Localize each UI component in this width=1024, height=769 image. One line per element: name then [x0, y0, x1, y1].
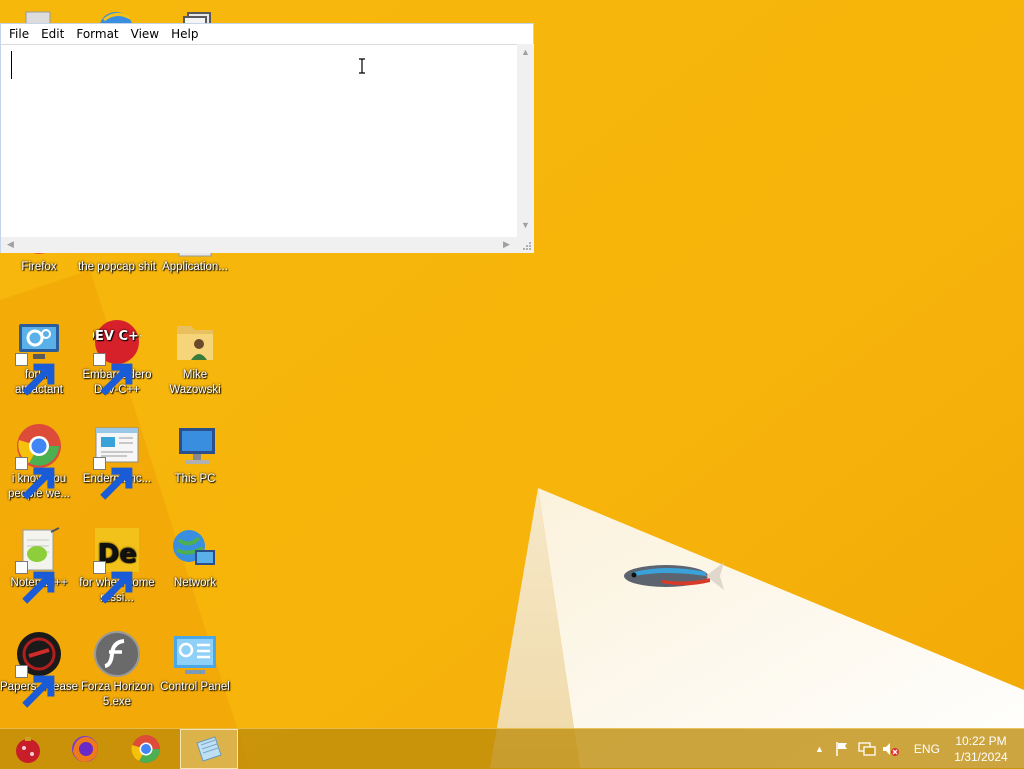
taskbar-clock[interactable]: 10:22 PM 1/31/2024 — [948, 733, 1014, 765]
internet-explorer-icon — [100, 12, 132, 24]
desktop-icon-papers-please[interactable]: Papers, Please — [0, 630, 78, 708]
taskbar-firefox[interactable] — [57, 729, 113, 769]
input-language[interactable]: ENG — [914, 742, 940, 756]
shortcut-arrow-icon — [93, 561, 133, 604]
desktop-icon-endermanc[interactable]: Endermanc... — [78, 422, 156, 500]
scroll-up-arrow-icon[interactable]: ▲ — [521, 47, 530, 57]
shortcut-arrow-icon — [15, 353, 55, 396]
show-hidden-icons-icon[interactable]: ▲ — [815, 744, 824, 754]
desktop-icon-for-when[interactable]: De for when some russi... — [78, 526, 156, 606]
firefox-icon — [72, 736, 98, 762]
menu-file[interactable]: File — [3, 25, 35, 43]
taskbar-ornament-app[interactable] — [0, 729, 56, 769]
user-folder-icon — [171, 318, 219, 366]
notepad-icon — [196, 736, 222, 762]
devcpp-icon: DEV C++ — [93, 318, 141, 396]
clock-time: 10:22 PM — [955, 734, 1007, 748]
devcpp-icon-text: DEV C++ — [93, 329, 141, 344]
vertical-scrollbar[interactable]: ▲ ▼ — [517, 44, 534, 237]
desktop-icon-label: Network — [173, 577, 217, 589]
computer-icon — [171, 422, 219, 470]
notepad-menu-bar: File Edit Format View Help — [1, 24, 533, 44]
notepad-window[interactable]: File Edit Format View Help ▲ ▼ ◀ ▶ — [0, 23, 534, 253]
horizontal-scrollbar[interactable]: ◀ ▶ — [1, 237, 517, 253]
shortcut-arrow-icon — [93, 353, 133, 396]
desktop-icon-mike-wazowski[interactable]: Mike Wazowski — [156, 318, 234, 398]
desktop-icon-network[interactable]: Network — [156, 526, 234, 591]
desktop-icon-chrome[interactable]: i know you people we... — [0, 422, 78, 502]
recycle-bin-icon — [25, 11, 51, 24]
network-status-icon[interactable] — [858, 741, 876, 757]
settings-monitor-icon — [15, 318, 63, 396]
desktop-icon-label: Firefox — [21, 261, 57, 273]
desktop-icon-browser-peek[interactable] — [96, 10, 136, 24]
taskbar-chrome[interactable] — [118, 729, 174, 769]
scroll-down-arrow-icon[interactable]: ▼ — [521, 220, 530, 230]
shortcut-arrow-icon — [93, 457, 133, 500]
desktop-icon-label: Application... — [162, 261, 228, 273]
control-panel-icon — [171, 630, 219, 678]
ornament-icon — [16, 737, 40, 763]
scroll-left-arrow-icon[interactable]: ◀ — [7, 239, 14, 250]
desktop-icon-control-panel[interactable]: Control Panel — [156, 630, 234, 695]
menu-edit[interactable]: Edit — [35, 25, 70, 43]
desktop-icon-label: the popcap shit — [78, 261, 157, 273]
ibeam-cursor-icon — [359, 58, 365, 74]
desktop-icon-notepadpp[interactable]: Notepad++ — [0, 526, 78, 604]
shortcut-arrow-icon — [15, 665, 55, 708]
chrome-icon — [15, 422, 63, 500]
text-caret — [11, 51, 12, 79]
papers-please-icon — [15, 630, 63, 708]
clock-date: 1/31/2024 — [954, 750, 1008, 764]
taskbar: ▲ ENG 10:22 PM 1/31/2024 — [0, 728, 1024, 769]
chrome-icon — [131, 735, 160, 763]
menu-format[interactable]: Format — [70, 25, 124, 43]
desktop-icon-app-peek[interactable] — [180, 10, 216, 24]
desktop-icon-label: This PC — [174, 473, 216, 485]
system-tray: ▲ ENG — [815, 729, 940, 769]
notepadpp-icon — [15, 526, 63, 604]
desktop-icon-forkie-attractant[interactable]: forkie attractant — [0, 318, 78, 398]
desktop-icon-label: Forza Horizon 5.exe — [80, 681, 154, 708]
network-icon — [171, 526, 219, 574]
shortcut-arrow-icon — [15, 561, 55, 604]
desktop-icon-devcpp[interactable]: DEV C++ Embarcadero Dev-C++ — [78, 318, 156, 398]
action-center-flag-icon[interactable] — [834, 741, 850, 757]
desktop-icon-label: Control Panel — [160, 681, 230, 693]
window-icon — [93, 422, 141, 500]
taskbar-notepad[interactable] — [180, 729, 238, 769]
desktop-icon-recycle-bin-peek[interactable] — [20, 8, 56, 24]
notepad-text-area[interactable] — [1, 44, 517, 238]
fish-desktop-pet — [624, 562, 724, 590]
de-icon: De — [93, 526, 141, 604]
desktop-icon-this-pc[interactable]: This PC — [156, 422, 234, 487]
scroll-right-arrow-icon[interactable]: ▶ — [503, 239, 510, 250]
volume-muted-icon[interactable] — [882, 741, 900, 757]
stacked-windows-icon — [183, 12, 211, 24]
menu-view[interactable]: View — [125, 25, 165, 43]
flash-icon — [93, 630, 141, 678]
menu-help[interactable]: Help — [165, 25, 204, 43]
desktop-icon-forza[interactable]: Forza Horizon 5.exe — [78, 630, 156, 710]
desktop-icon-label: Mike Wazowski — [169, 369, 221, 396]
resize-grip-icon[interactable] — [517, 237, 534, 253]
shortcut-arrow-icon — [15, 457, 55, 500]
